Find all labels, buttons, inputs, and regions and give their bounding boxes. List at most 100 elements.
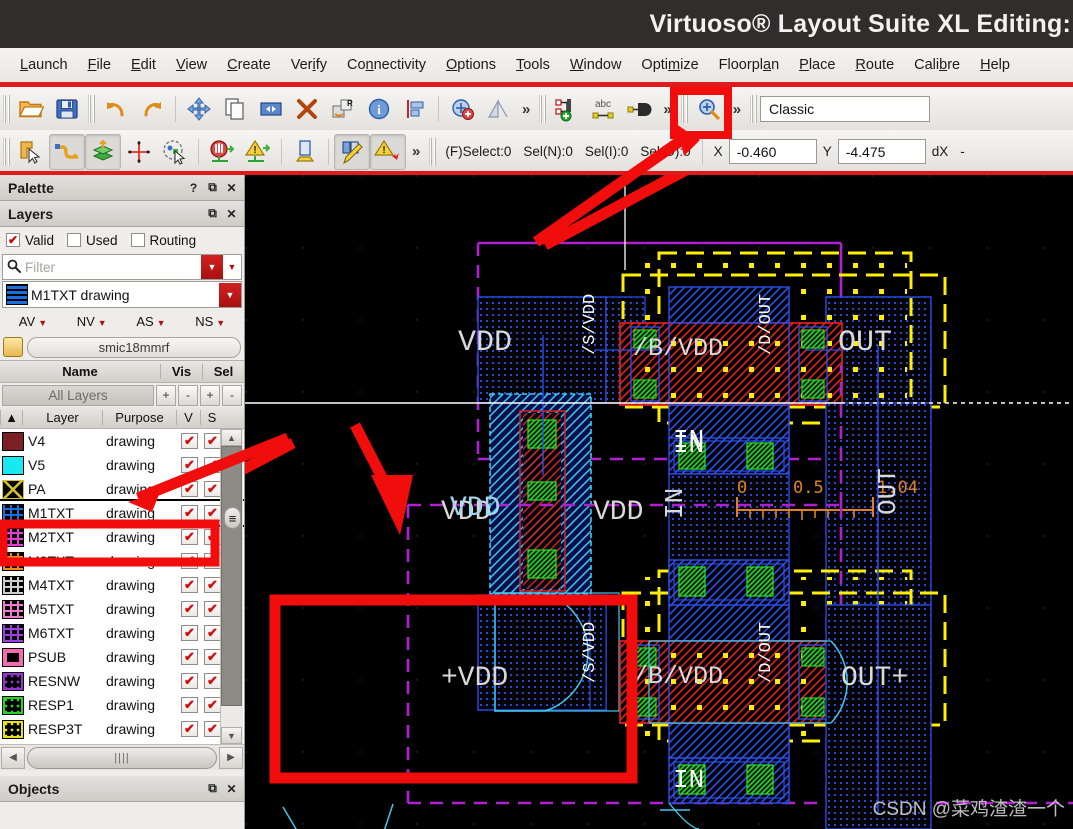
float-icon[interactable]: ⧉ <box>204 205 221 222</box>
menu-item-file[interactable]: File <box>78 55 121 75</box>
layer-table[interactable]: V4 drawing ✔ ✔ V5 drawing ✔ ✔ PA drawing ✔ ✔ M1TXT dr… <box>0 429 244 744</box>
layer-row-m5txt[interactable]: M5TXT drawing ✔ ✔ <box>0 597 244 621</box>
menu-item-view[interactable]: View <box>166 55 217 75</box>
current-lpp-row[interactable]: M1TXT drawing ▼ <box>2 281 242 308</box>
toolbar-overflow-button[interactable]: » <box>516 101 536 118</box>
float-icon[interactable]: ⧉ <box>204 780 221 797</box>
all-layers-row[interactable]: All Layers + - + - <box>0 383 244 407</box>
chevron-down-icon[interactable]: ▼ <box>201 255 223 279</box>
layer-visible-checkbox[interactable]: ✔ <box>178 481 201 497</box>
x-coord-field[interactable]: -0.460 <box>728 139 817 164</box>
zoom-toolbar-group[interactable]: » <box>691 89 747 129</box>
layer-row-resaa[interactable]: RESAAdrawing✔✔ <box>0 741 244 744</box>
checkbox-routing[interactable] <box>130 233 145 247</box>
menu-item-window[interactable]: Window <box>560 55 632 75</box>
menu-item-floorplan[interactable]: Floorplan <box>709 55 789 75</box>
edit-toolbar-overflow-button[interactable]: » <box>406 143 426 160</box>
v-column-header[interactable]: V <box>176 410 200 425</box>
menu-item-connectivity[interactable]: Connectivity <box>337 55 436 75</box>
scroll-up-icon[interactable]: ▲ <box>221 429 242 446</box>
close-icon[interactable]: ✕ <box>223 205 240 222</box>
move-icon[interactable] <box>181 91 217 127</box>
layout-canvas[interactable]: 0 0.5 1.04 VDD OUT /S/VDD /B/VDD /D/OUT … <box>245 175 1073 829</box>
toolbar-grip[interactable] <box>680 95 688 123</box>
scroll-down-icon[interactable]: ▼ <box>221 727 242 744</box>
layer-visible-checkbox[interactable]: ✔ <box>178 577 201 593</box>
checkbox-valid[interactable]: ✔ <box>6 233 20 247</box>
close-icon[interactable]: ✕ <box>223 780 240 797</box>
layer-row-m3txt[interactable]: M3TXT drawing ✔ ✔ <box>0 549 244 573</box>
drc-warning-icon[interactable]: ! <box>370 133 406 170</box>
create-label-icon[interactable]: abc <box>585 91 621 127</box>
align-icon[interactable] <box>397 91 433 127</box>
hscrollbar-thumb[interactable]: |||| <box>27 746 217 769</box>
stop-route-icon[interactable] <box>204 134 240 170</box>
layer-table-vertical-scrollbar[interactable]: ▲ ≡ ▼ <box>220 429 243 744</box>
layer-row-pa[interactable]: PA drawing ✔ ✔ <box>0 477 244 501</box>
menu-item-calibre[interactable]: Calibre <box>904 55 970 75</box>
menu-item-help[interactable]: Help <box>970 55 1020 75</box>
menu-item-verify[interactable]: Verify <box>281 55 337 75</box>
add-instance-icon[interactable] <box>444 91 480 127</box>
layer-visible-checkbox[interactable]: ✔ <box>178 625 201 641</box>
help-icon[interactable]: ? <box>185 179 202 196</box>
menu-item-launch[interactable]: Launch <box>10 55 78 75</box>
copy-icon[interactable] <box>217 91 253 127</box>
layer-column-header[interactable]: Layer <box>22 410 102 425</box>
scroll-right-icon[interactable]: ▶ <box>219 746 243 769</box>
redo-icon[interactable] <box>134 91 170 127</box>
scrollbar-grip-icon[interactable]: ≡ <box>224 507 241 529</box>
filter-options-chevron-icon[interactable]: ▼ <box>223 262 241 272</box>
lock-icon[interactable] <box>3 337 23 357</box>
layer-row-m1txt[interactable]: M1TXT drawing ✔ ✔ <box>0 499 244 527</box>
ruler-icon[interactable] <box>121 134 157 170</box>
layer-table-column-header[interactable]: ▲ Layer Purpose V S <box>0 407 244 429</box>
layer-row-psub[interactable]: PSUB drawing ✔ ✔ <box>0 645 244 669</box>
select-group-icon[interactable] <box>157 134 193 170</box>
layer-filter-checkbox-row[interactable]: ✔ Valid Used Routing <box>0 227 244 253</box>
toolbar-grip[interactable] <box>539 95 547 123</box>
checkbox-used[interactable] <box>67 233 82 247</box>
visibility-button-av[interactable]: AV ▼ <box>19 314 47 329</box>
menu-item-optimize[interactable]: Optimize <box>631 55 708 75</box>
layer-row-m2txt[interactable]: M2TXT drawing ✔ ✔ <box>0 525 244 549</box>
filter-input[interactable]: Filter <box>25 260 201 275</box>
visibility-button-as[interactable]: AS ▼ <box>136 314 165 329</box>
layer-row-m6txt[interactable]: M6TXT drawing ✔ ✔ <box>0 621 244 645</box>
toolbar-grip[interactable] <box>750 95 758 123</box>
layer-row-m4txt[interactable]: M4TXT drawing ✔ ✔ <box>0 573 244 597</box>
layer-visible-checkbox[interactable]: ✔ <box>178 433 201 449</box>
main-toolbar[interactable]: R i » abc » » Classic <box>0 87 1073 130</box>
warning-down-icon[interactable]: ! <box>240 134 276 170</box>
all-layers-button-1[interactable]: - <box>178 384 198 406</box>
layer-visible-checkbox[interactable]: ✔ <box>178 649 201 665</box>
menu-bar[interactable]: Launch File Edit View Create Verify Connectivi… <box>0 48 1073 82</box>
flip-icon[interactable] <box>480 91 516 127</box>
zoom-in-icon[interactable] <box>691 91 727 127</box>
layer-filter-row[interactable]: Filter ▼ ▼ <box>2 254 242 280</box>
toolbar-grip[interactable] <box>429 137 437 166</box>
visibility-button-nv[interactable]: NV ▼ <box>77 314 107 329</box>
layer-visible-checkbox[interactable]: ✔ <box>178 673 201 689</box>
y-coord-field[interactable]: -4.475 <box>837 139 926 164</box>
layer-table-horizontal-scrollbar[interactable]: ◀ |||| ▶ <box>0 744 244 770</box>
delete-icon[interactable] <box>289 91 325 127</box>
zoom-overflow-button[interactable]: » <box>727 101 747 118</box>
scroll-left-icon[interactable]: ◀ <box>1 746 25 769</box>
layer-visible-checkbox[interactable]: ✔ <box>178 697 201 713</box>
menu-item-place[interactable]: Place <box>789 55 845 75</box>
lpp-chevron-down-icon[interactable]: ▼ <box>219 282 241 307</box>
purpose-column-header[interactable]: Purpose <box>102 410 176 425</box>
layer-row-resnw[interactable]: RESNW drawing ✔ ✔ <box>0 669 244 693</box>
create-pin-icon[interactable] <box>549 91 585 127</box>
layer-row-v4[interactable]: V4 drawing ✔ ✔ <box>0 429 244 453</box>
layer-row-v5[interactable]: V5 drawing ✔ ✔ <box>0 453 244 477</box>
connectivity-toolbar-group[interactable]: abc » <box>549 89 677 129</box>
menu-item-edit[interactable]: Edit <box>121 55 166 75</box>
create-shape-label-icon[interactable] <box>621 91 657 127</box>
save-icon[interactable] <box>49 91 85 127</box>
route-icon[interactable] <box>49 133 85 170</box>
float-icon[interactable]: ⧉ <box>204 179 221 196</box>
layers-icon[interactable] <box>85 133 121 170</box>
close-icon[interactable]: ✕ <box>223 179 240 196</box>
